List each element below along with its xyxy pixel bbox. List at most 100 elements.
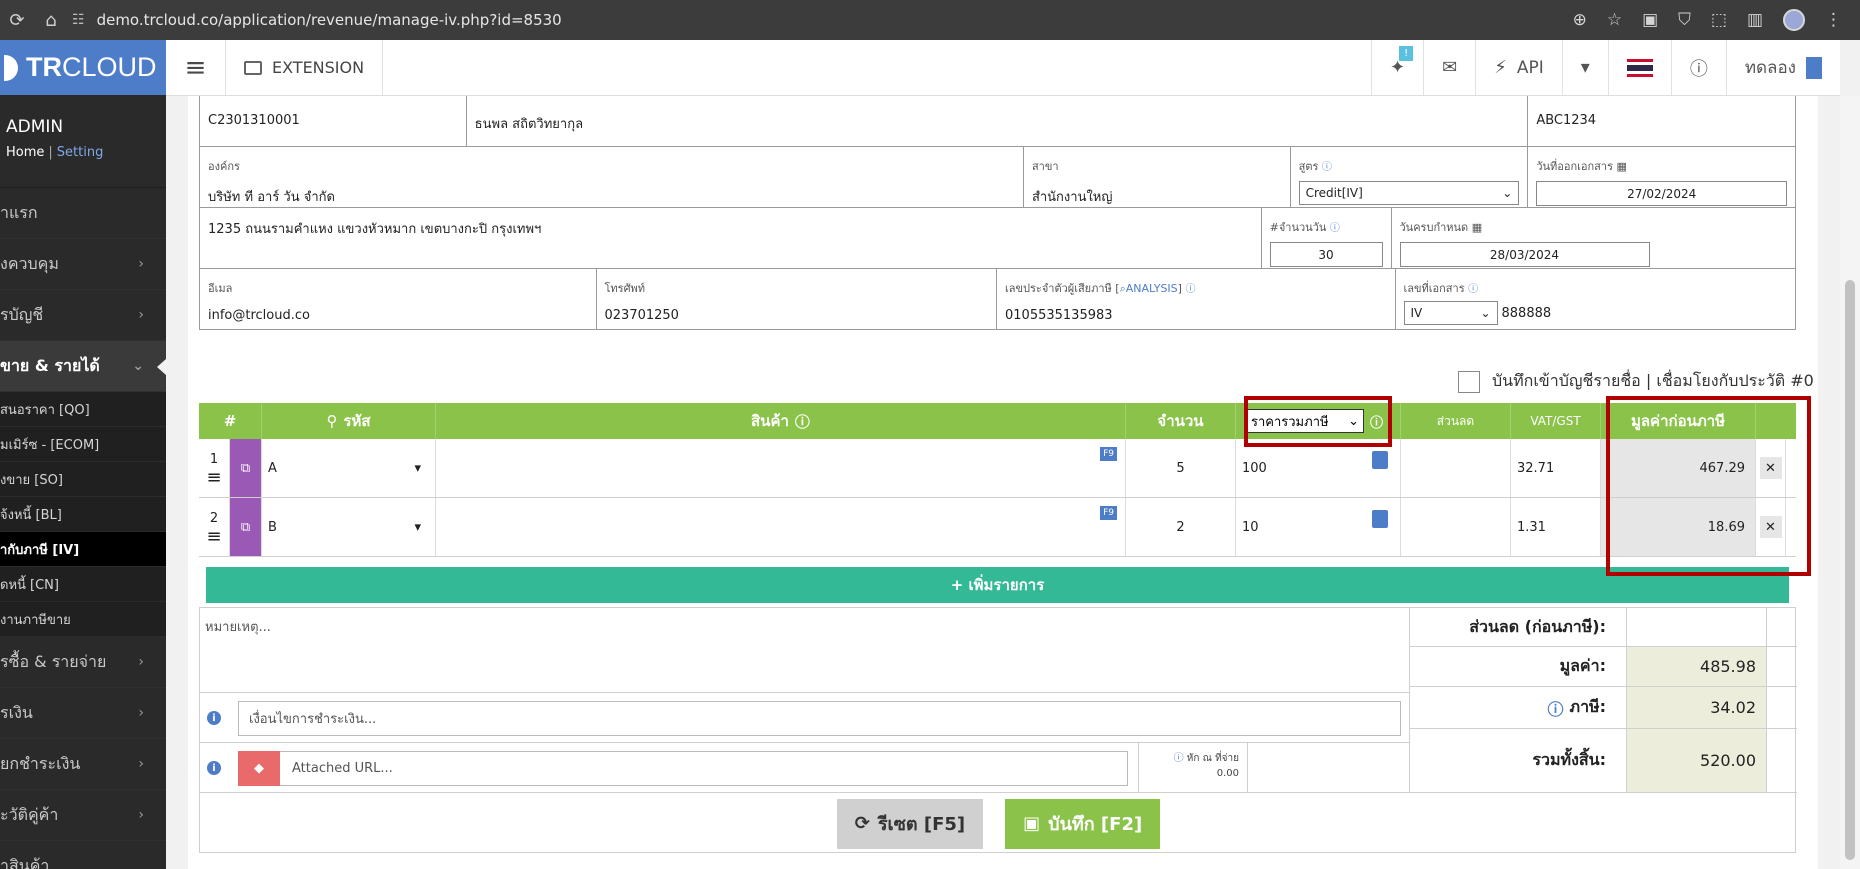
more-menu-icon[interactable]: ⋮ — [1825, 10, 1842, 30]
payment-terms-input[interactable]: เงื่อนไขการชำระเงิน... — [238, 701, 1401, 736]
info-icon: ⓘ — [1185, 284, 1196, 295]
analysis-link[interactable]: ⌕ANALYSIS — [1120, 282, 1178, 295]
discount-total-input[interactable] — [1626, 608, 1766, 646]
add-item-button[interactable]: + เพิ่มรายการ — [206, 567, 1789, 603]
phone-value[interactable]: 023701250 — [605, 308, 989, 323]
address-bar[interactable]: ☷ demo.trcloud.co/application/revenue/ma… — [72, 11, 562, 29]
org-value[interactable]: บริษัท ที อาร์ วัน จำกัด — [208, 186, 1015, 207]
f9-badge[interactable]: F9 — [1100, 447, 1117, 461]
issue-date-label: วันที่ออกเอกสาร — [1536, 160, 1613, 173]
trial-label: ทดลอง — [1744, 58, 1796, 78]
subtotal-value: 485.98 — [1626, 647, 1766, 686]
sidebar-item-products[interactable]: าสินค้า — [0, 841, 166, 869]
sidebar-sub-sales-tax-report[interactable]: งานภาษีขาย — [0, 602, 166, 637]
doc-number[interactable]: 888888 — [1502, 306, 1552, 321]
price-input[interactable]: 100 — [1236, 439, 1401, 497]
col-qty: จำนวน — [1126, 403, 1236, 439]
sidebar-item-partner-history[interactable]: ะวัติคู่ค้า › — [0, 790, 166, 841]
copy-row-icon[interactable]: ⧉ — [230, 498, 262, 556]
dropdown-toggle[interactable]: ▾ — [1561, 40, 1608, 95]
branch-value[interactable]: สำนักงานใหญ่ — [1032, 186, 1282, 207]
mail-button[interactable]: ✉ — [1423, 40, 1475, 95]
calculator-icon[interactable] — [1372, 510, 1388, 528]
product-description-input[interactable]: F9 — [436, 439, 1126, 497]
info-icon: ⓘ — [794, 412, 810, 431]
issue-date-input[interactable]: 27/02/2024 — [1536, 181, 1787, 206]
reload-icon[interactable]: ⟳ — [0, 10, 34, 31]
info-icon: i — [207, 711, 221, 725]
price-input[interactable]: 10 — [1236, 498, 1401, 556]
quantity-input[interactable]: 2 — [1126, 498, 1236, 556]
help-button[interactable]: ⓘ — [1670, 40, 1726, 95]
product-description-input[interactable]: F9 — [436, 498, 1126, 556]
copy-row-icon[interactable]: ⧉ — [230, 439, 262, 497]
sidebar-item-accounting[interactable]: รบัญชี › — [0, 290, 166, 341]
sidebar-sub-ecommerce[interactable]: มเมิร์ซ - [ECOM] — [0, 427, 166, 462]
sidebar: TRCLOUD ADMIN Home | Setting าแรก งควบคุม ›… — [0, 40, 166, 869]
customer-code[interactable]: C2301310001 — [208, 113, 458, 128]
sidebar-sub-billing[interactable]: จ้งหนี้ [BL] — [0, 497, 166, 532]
withholding-tax[interactable]: ⓘ หัก ณ ที่จ่าย 0.00 — [1138, 743, 1248, 793]
api-button[interactable]: ⚡ API — [1475, 40, 1562, 95]
sidebar-item-purchase[interactable]: รซื้อ & รายจ่าย › — [0, 637, 166, 688]
hamburger-menu-icon[interactable]: ≡ — [166, 40, 226, 95]
days-input[interactable]: 30 — [1269, 242, 1383, 267]
extension-button[interactable]: EXTENSION — [226, 40, 384, 95]
note-textarea[interactable]: หมายเหตุ... — [200, 608, 1409, 693]
save-button[interactable]: ▣ บันทึก [F2] — [1005, 798, 1161, 849]
address-textarea[interactable]: 1235 ถนนรามคำแหง แขวงหัวหมาก เขตบางกะปิ … — [208, 218, 1253, 239]
notification-button[interactable]: ✦ ! — [1371, 40, 1423, 95]
sidebar-sub-tax-invoice[interactable]: ากับภาษี [IV] — [0, 532, 166, 567]
page-scrollbar[interactable] — [1840, 96, 1860, 869]
dropbox-icon[interactable]: ◆ — [238, 751, 280, 786]
f9-badge[interactable]: F9 — [1100, 506, 1117, 520]
discount-input[interactable] — [1401, 498, 1511, 556]
drag-handle-icon[interactable]: ≡ — [206, 468, 221, 486]
extension-chat-icon[interactable]: ▣ — [1642, 10, 1658, 30]
item-code-select[interactable]: A ▾ — [262, 439, 436, 497]
branch-label: สาขา — [1031, 160, 1059, 173]
zoom-icon[interactable]: ⊕ — [1573, 10, 1587, 30]
calculator-icon[interactable] — [1372, 451, 1388, 469]
sidebar-item-sales[interactable]: ขาย & รายได้ ⌄ — [0, 341, 166, 392]
tax-id-value[interactable]: 0105535135983 — [1005, 308, 1387, 323]
sidebar-sub-quotation[interactable]: สนอราคา [QO] — [0, 392, 166, 427]
contact-name[interactable]: ธนพล สถิตวิทยากุล — [475, 113, 1520, 134]
sidebar-item-home[interactable]: าแรก — [0, 188, 166, 239]
scrollbar-thumb[interactable] — [1845, 280, 1855, 860]
profile-avatar[interactable] — [1783, 9, 1805, 31]
col-product: สินค้า — [751, 412, 789, 430]
sidebar-item-payment[interactable]: ยกชำระเงิน › — [0, 739, 166, 790]
doc-prefix-select[interactable]: IV ⌄ — [1403, 301, 1498, 325]
trial-button[interactable]: ทดลอง — [1725, 40, 1840, 95]
sidebar-sub-sales-order[interactable]: งขาย [SO] — [0, 462, 166, 497]
home-icon[interactable]: ⌂ — [34, 10, 68, 31]
drag-handle-icon[interactable]: ≡ — [206, 527, 221, 545]
reference-no[interactable]: ABC1234 — [1536, 113, 1787, 128]
item-code-select[interactable]: B ▾ — [262, 498, 436, 556]
sidebar-item-control[interactable]: งควบคุม › — [0, 239, 166, 290]
quantity-input[interactable]: 5 — [1126, 439, 1236, 497]
caret-down-icon: ▾ — [414, 460, 421, 476]
site-info-icon[interactable]: ☷ — [72, 12, 85, 28]
formula-select[interactable]: Credit[IV] ⌄ — [1298, 181, 1520, 205]
table-row: 2 ≡ ⧉ B ▾ F9 2 10 1.31 18.69 ✕ — [199, 498, 1796, 557]
org-label: องค์กร — [208, 160, 240, 173]
puzzle-icon[interactable]: ⬚ — [1711, 10, 1727, 30]
email-value[interactable]: info@trcloud.co — [208, 308, 588, 323]
shield-icon[interactable]: ⛉ — [1678, 10, 1691, 30]
sidebar-sub-credit-note[interactable]: ดหนี้ [CN] — [0, 567, 166, 602]
sidepanel-icon[interactable]: ▥ — [1747, 10, 1763, 30]
form-row-address: 1235 ถนนรามคำแหง แขวงหัวหมาก เขตบางกะปิ … — [199, 207, 1796, 269]
discount-input[interactable] — [1401, 439, 1511, 497]
reset-button[interactable]: ⟳ รีเซต [F5] — [836, 798, 984, 849]
language-button[interactable] — [1607, 40, 1671, 95]
sidebar-item-finance[interactable]: รเงิน › — [0, 688, 166, 739]
due-date-input[interactable]: 28/03/2024 — [1399, 242, 1650, 267]
attached-url-input[interactable]: ◆ Attached URL... — [238, 751, 1128, 786]
app-logo[interactable]: TRCLOUD — [0, 40, 166, 95]
home-link[interactable]: Home — [6, 145, 44, 160]
setting-link[interactable]: Setting — [57, 145, 104, 160]
ledger-checkbox[interactable] — [1458, 370, 1480, 393]
bookmark-star-icon[interactable]: ☆ — [1607, 10, 1622, 30]
